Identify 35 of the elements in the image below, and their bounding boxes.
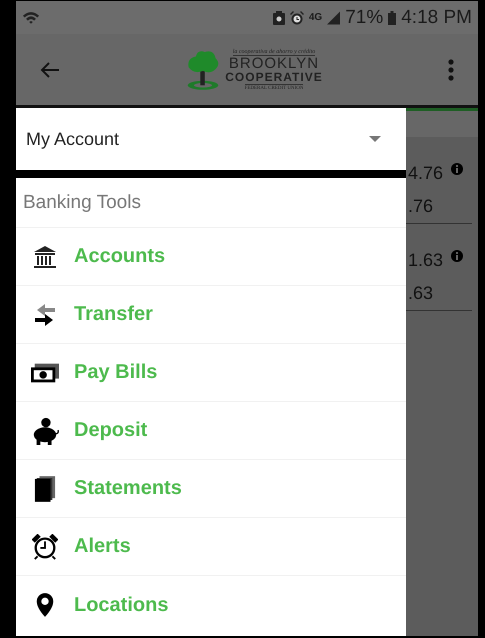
info-icon[interactable] [451,250,464,262]
network-type: 4G [308,12,322,23]
menu-item[interactable]: Alerts [16,518,406,576]
menu-item[interactable]: Transfer [16,286,406,344]
signal-icon [327,10,340,24]
balance-amount: 4.76 [408,163,444,184]
menu-item[interactable]: Deposit [16,402,406,460]
balance-amount: .63 [408,283,434,304]
wifi-icon [22,10,40,25]
tree-icon [185,48,222,90]
more-menu-icon[interactable] [448,58,454,80]
balance-amount: 1.63 [408,250,444,271]
transfer-arrows-icon [33,302,57,326]
clock: 4:18 PM [401,6,472,28]
menu-item[interactable]: Accounts [16,228,406,286]
banknote-icon [31,362,59,384]
battery-saver-icon [272,10,285,24]
battery-icon [388,10,396,24]
account-dropdown[interactable]: My Account [16,108,406,170]
battery-percent: 71% [345,6,384,28]
balance-amount: .76 [408,196,434,217]
info-icon[interactable] [451,163,464,175]
back-arrow-icon[interactable] [40,60,60,78]
alarm-clock-icon [32,534,58,560]
menu-item[interactable]: Pay Bills [16,344,406,402]
logo-name: BROOKLYN [228,56,320,70]
logo-name: COOPERATIVE [225,70,323,84]
menu-item[interactable]: Locations [16,576,406,634]
dropdown-caret-icon [369,136,381,142]
location-pin-icon [34,592,56,618]
menu-item[interactable]: Statements [16,460,406,518]
bank-icon [33,244,57,268]
document-stack-icon [34,474,56,502]
alarm-icon [290,10,304,24]
piggy-bank-icon [31,416,59,444]
